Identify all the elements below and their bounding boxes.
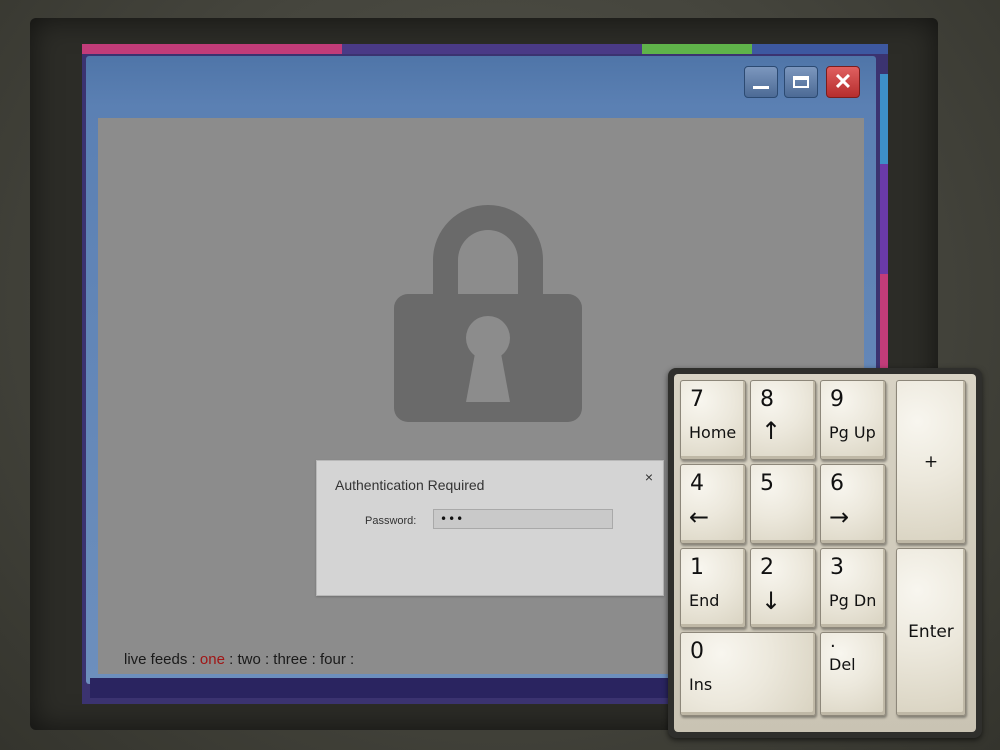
screen-accent-stripe [752,44,888,54]
key-7[interactable]: 7 Home [680,380,746,460]
key-3-label: 3 [830,555,844,580]
key-decimal-sublabel: Del [829,655,856,674]
key-1[interactable]: 1 End [680,548,746,628]
screen-accent-stripe [642,44,752,54]
feed-link-one[interactable]: one [200,651,225,668]
screen-accent-stripe [82,44,342,54]
arrow-up-icon: ↑ [761,417,782,445]
key-7-label: 7 [690,387,704,412]
padlock-icon [394,205,582,422]
minimize-icon [753,85,769,89]
feed-separator: : [229,651,234,668]
key-3-sublabel: Pg Dn [829,591,877,610]
maximize-icon [793,76,809,88]
side-accent [880,164,888,274]
key-5[interactable]: 5 [750,464,816,544]
key-9-sublabel: Pg Up [829,423,876,442]
key-2[interactable]: 2 ↓ [750,548,816,628]
key-8[interactable]: 8 ↑ [750,380,816,460]
close-button[interactable]: ✕ [826,66,860,98]
key-1-sublabel: End [689,591,720,610]
key-9[interactable]: 9 Pg Up [820,380,886,460]
key-4-label: 4 [690,471,704,496]
password-label: Password: [365,515,417,527]
key-plus-label: + [923,452,939,472]
key-0-sublabel: Ins [689,675,713,694]
maximize-button[interactable] [784,66,818,98]
key-7-sublabel: Home [689,423,737,442]
dialog-title: Authentication Required [335,477,485,493]
numeric-keypad: 7 Home 8 ↑ 9 Pg Up + 4 ← 5 6 → 1 End 2 ↓… [668,368,982,738]
dialog-close-icon[interactable]: × [645,469,653,485]
key-decimal[interactable]: . Del [820,631,886,716]
screen-accent-stripe [342,44,642,54]
window-titlebar[interactable]: ✕ [86,56,876,106]
authentication-dialog: Authentication Required × Password: ••• [316,460,664,596]
arrow-left-icon: ← [689,503,710,531]
key-1-label: 1 [690,555,704,580]
key-plus[interactable]: + [896,380,966,544]
feed-separator: : [264,651,270,668]
key-3[interactable]: 3 Pg Dn [820,548,886,628]
feed-link-four[interactable]: four [320,651,346,668]
keypad-tray: 7 Home 8 ↑ 9 Pg Up + 4 ← 5 6 → 1 End 2 ↓… [674,374,976,732]
key-enter-label: Enter [908,622,954,642]
key-8-label: 8 [760,387,774,412]
key-6-label: 6 [830,471,844,496]
close-icon: ✕ [833,69,853,94]
feed-separator: : [311,651,316,668]
arrow-right-icon: → [829,503,850,531]
key-0[interactable]: 0 Ins [680,632,816,716]
live-feeds-label: live feeds : [124,651,196,668]
key-enter[interactable]: Enter [896,548,966,716]
feed-separator: : [350,651,355,668]
minimize-button[interactable] [744,66,778,98]
password-field[interactable]: ••• [433,509,613,529]
key-5-label: 5 [760,471,774,496]
key-2-label: 2 [760,555,774,580]
feed-link-three[interactable]: three [273,651,307,668]
feed-link-two[interactable]: two [237,651,260,668]
key-decimal-label: . [830,631,836,652]
key-9-label: 9 [830,387,844,412]
key-4[interactable]: 4 ← [680,464,746,544]
key-0-label: 0 [690,639,704,664]
key-6[interactable]: 6 → [820,464,886,544]
side-accent [880,74,888,164]
arrow-down-icon: ↓ [761,587,782,615]
